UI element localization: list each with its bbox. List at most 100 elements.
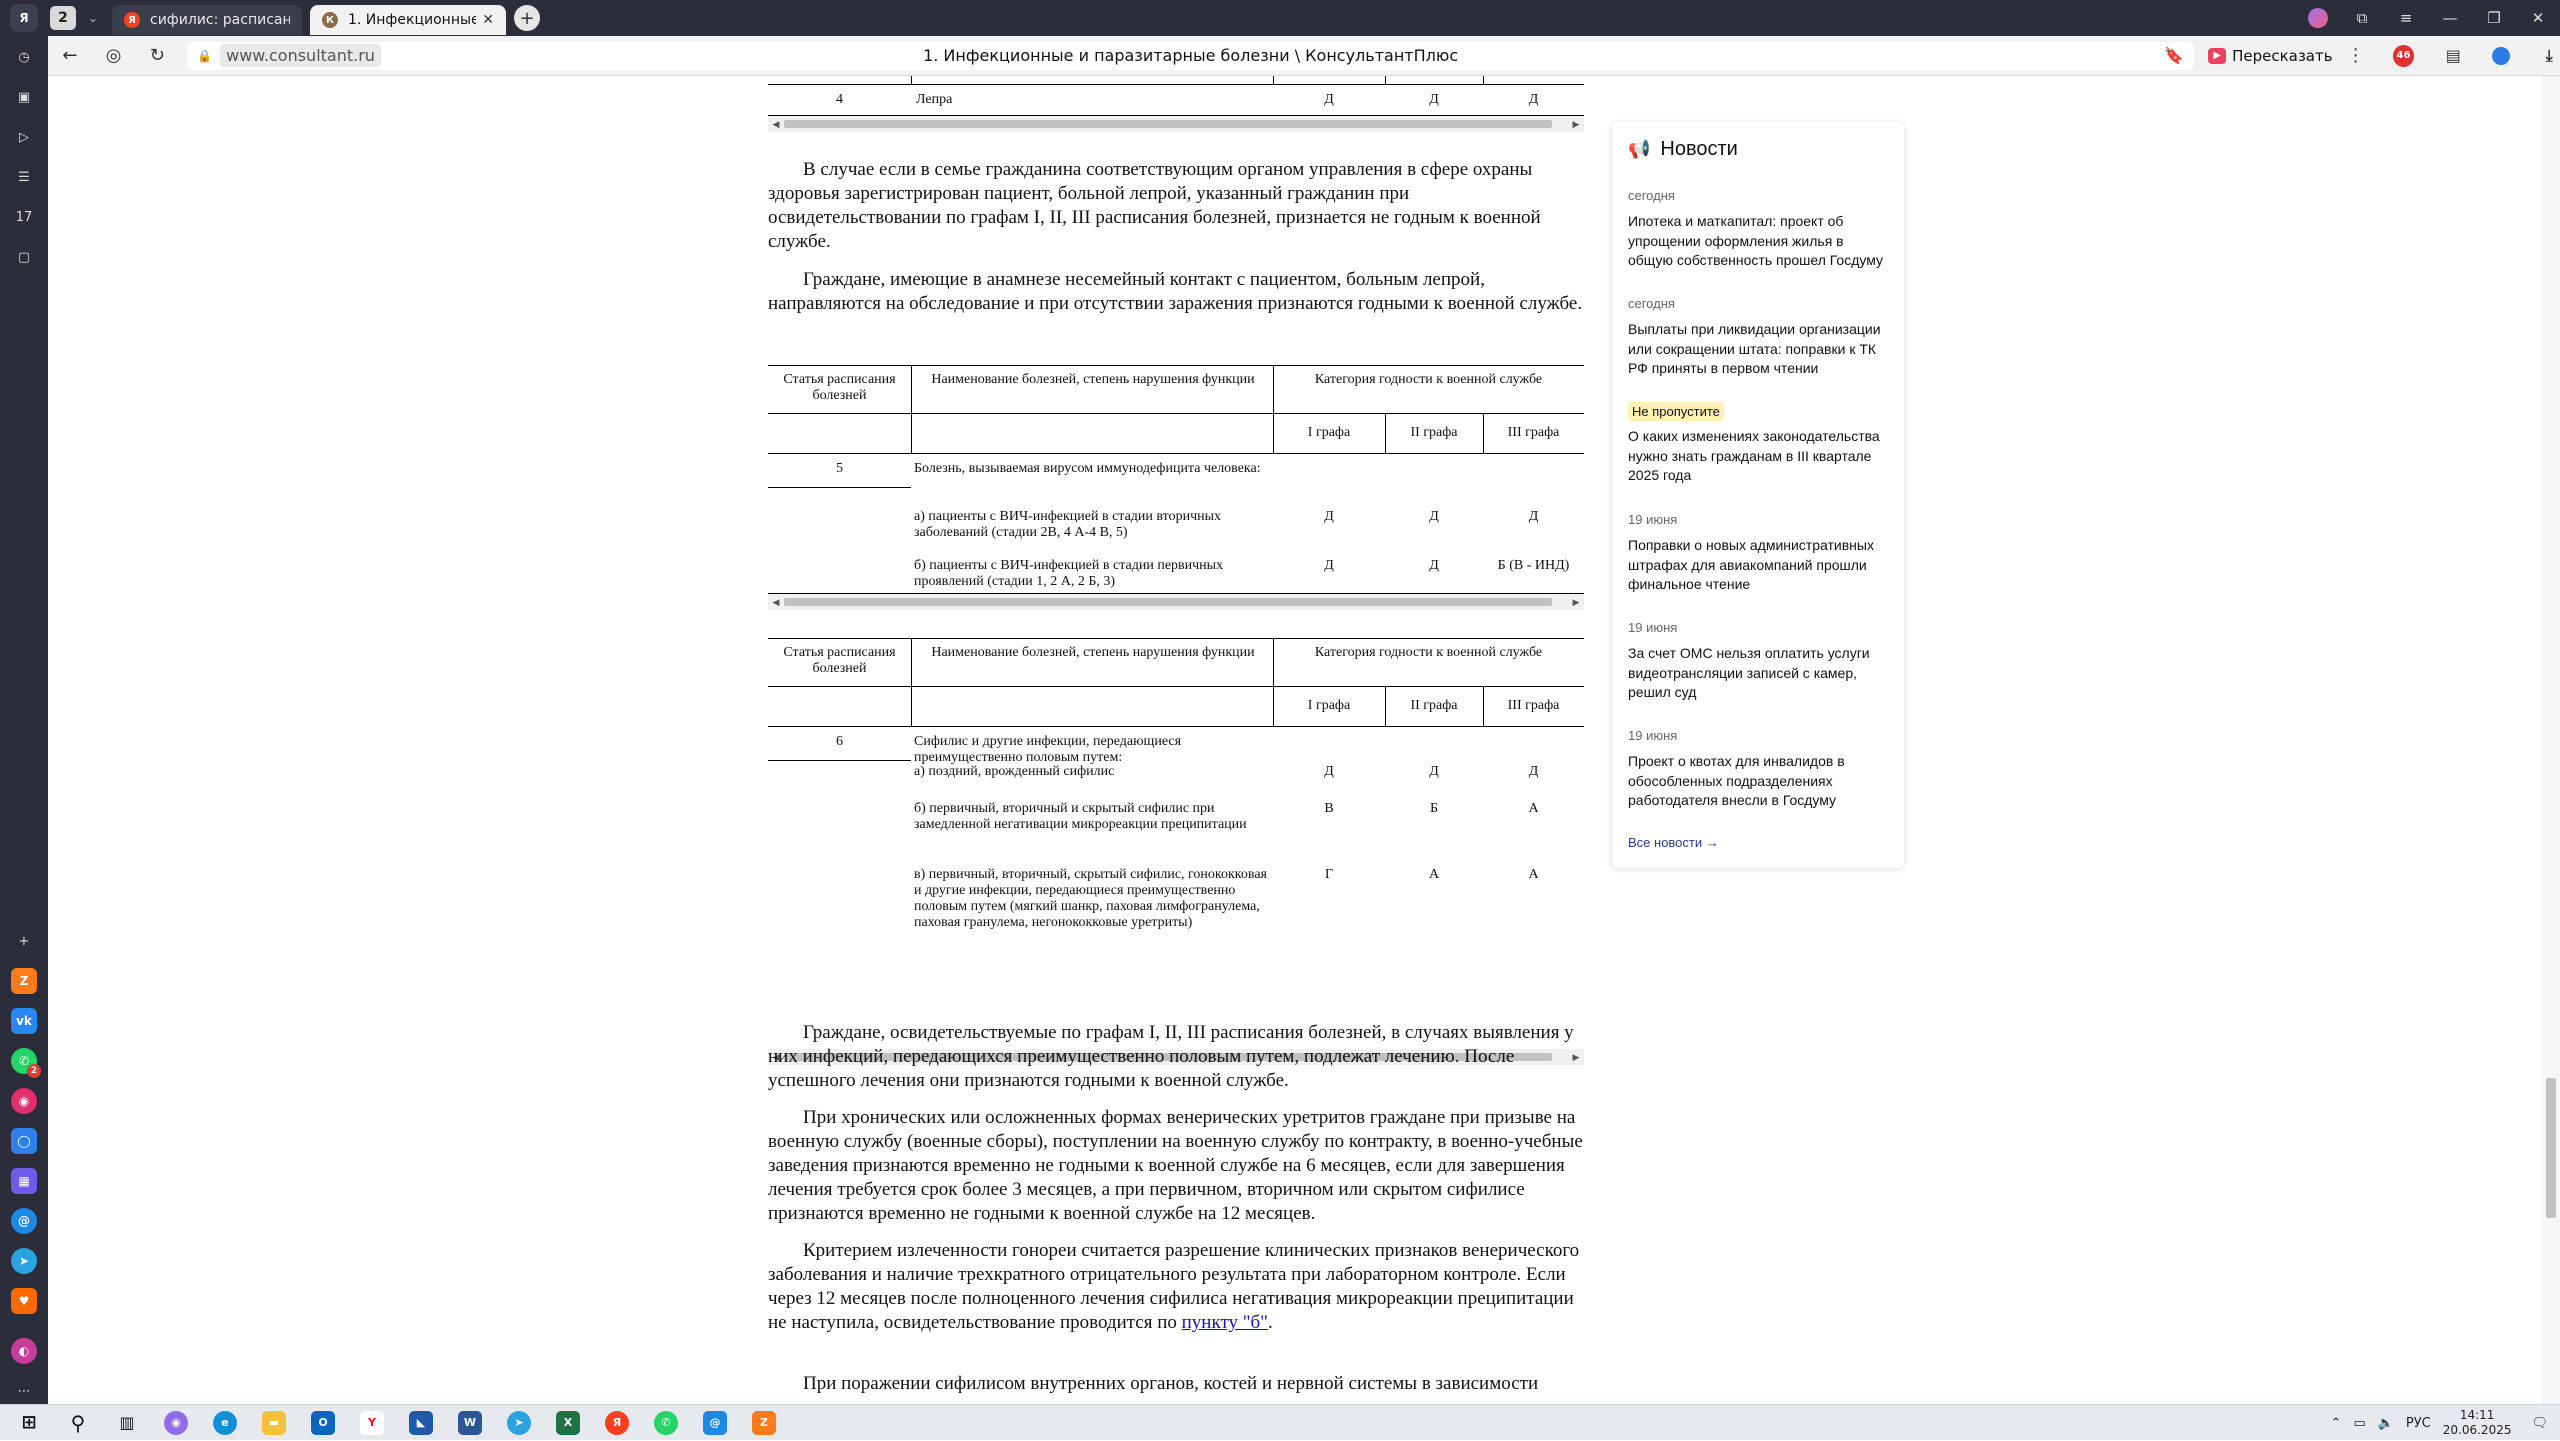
news-text[interactable]: За счет ОМС нельзя оплатить услуги видео… (1628, 644, 1892, 703)
minimize-icon[interactable]: — (2428, 9, 2472, 27)
page-scrollbar[interactable] (2542, 76, 2560, 1404)
network-icon[interactable]: ▭ (2353, 1416, 2365, 1431)
table-horizontal-scrollbar[interactable]: ◀ ▶ (768, 116, 1584, 132)
taskbar-app[interactable]: ✆ (646, 1407, 686, 1439)
category-g3: Д (1528, 92, 1539, 107)
mail-icon[interactable]: @ (11, 1208, 37, 1234)
marketplace-icon[interactable]: ♥ (11, 1288, 37, 1314)
page-scrollbar-thumb[interactable] (2546, 1078, 2556, 1218)
add-app-icon[interactable]: + (11, 928, 37, 954)
taskbar-app[interactable]: e (205, 1407, 245, 1439)
disease-group-title: Сифилис и другие инфекции, передающиеся … (914, 734, 1182, 765)
restore-icon[interactable]: ❐ (2472, 9, 2516, 27)
whatsapp-icon[interactable]: ✆ 2 (11, 1048, 41, 1078)
tab-consultant-active[interactable]: К 1. Инфекционные и па ✕ (310, 5, 506, 35)
close-tab-icon[interactable]: ✕ (482, 12, 494, 28)
arrow-right-icon: → (1705, 835, 1719, 850)
play-icon[interactable]: ▷ (11, 124, 37, 150)
table-hiv: Статья расписания болезней Наименование … (768, 365, 1584, 595)
input-language[interactable]: РУС (2406, 1416, 2431, 1431)
category-g1: В (1324, 801, 1334, 816)
news-item[interactable]: 19 июня Поправки о новых административны… (1628, 512, 1892, 595)
alice-icon[interactable]: ◐ (11, 1338, 37, 1364)
more-options-icon[interactable]: ⋮ (2347, 45, 2365, 66)
table-horizontal-scrollbar[interactable]: ◀ ▶ (768, 594, 1584, 610)
taskbar-app[interactable]: W (450, 1407, 490, 1439)
taskbar-app[interactable]: O (303, 1407, 343, 1439)
yandex-browser-icon: Y (360, 1410, 384, 1435)
news-text[interactable]: О каких изменениях законодательства нужн… (1628, 427, 1892, 486)
back-arrow-icon[interactable]: ← (48, 45, 92, 66)
url-text[interactable]: www.consultant.ru (220, 44, 381, 67)
retell-button[interactable]: ▶ Пересказать (2208, 47, 2333, 65)
profile-avatar[interactable] (2308, 8, 2328, 28)
messenger-icon[interactable]: ◉ (11, 1088, 37, 1114)
news-text[interactable]: Проект о квотах для инвалидов в обособле… (1628, 752, 1892, 811)
volume-icon[interactable]: 🔈 (2378, 1416, 2394, 1431)
header-g3: III графа (1507, 698, 1560, 713)
task-view-button[interactable]: ▥ (107, 1407, 147, 1439)
tab-search-syphilis[interactable]: Я сифилис: расписание бол (112, 5, 302, 35)
chevron-up-icon[interactable]: ⌃ (2331, 1416, 2342, 1431)
news-text[interactable]: Выплаты при ликвидации организации или с… (1628, 320, 1892, 379)
category-g1: Д (1324, 764, 1334, 779)
news-text[interactable]: Поправки о новых административных штрафа… (1628, 536, 1892, 595)
vk-icon[interactable]: vk (11, 1008, 37, 1034)
taskbar-app[interactable]: Z (744, 1407, 784, 1439)
taskbar-app[interactable]: Y (352, 1407, 392, 1439)
taskbar-app[interactable]: ▬ (254, 1407, 294, 1439)
telegram-icon[interactable]: ➤ (11, 1248, 37, 1274)
tab-counter[interactable]: 2 (50, 6, 76, 30)
news-text[interactable]: Ипотека и маткапитал: проект об упрощени… (1628, 212, 1892, 271)
disease-name: б) первичный, вторичный и скрытый сифили… (914, 801, 1247, 832)
news-item[interactable]: сегодня Выплаты при ликвидации организац… (1628, 296, 1892, 379)
protect-icon[interactable]: ◎ (92, 45, 136, 66)
notifications-icon[interactable]: 🗨 (2531, 1416, 2548, 1431)
news-date: 19 июня (1628, 620, 1678, 635)
news-item[interactable]: Не пропустите О каких изменениях законод… (1628, 402, 1892, 486)
app-ring-icon[interactable]: ◯ (11, 1128, 37, 1154)
edge-icon: e (213, 1410, 237, 1435)
collections-icon[interactable]: ▣ (11, 84, 37, 110)
category-g2: Б (1429, 801, 1439, 816)
yandex-zen-icon[interactable]: Z (11, 968, 37, 994)
taskbar-app[interactable]: ◉ (156, 1407, 196, 1439)
taskbar-app[interactable]: Я (597, 1407, 637, 1439)
link-point-b[interactable]: пункту "б" (1182, 1312, 1268, 1333)
taskbar-app[interactable]: ➤ (499, 1407, 539, 1439)
clock-date: 20.06.2025 (2442, 1423, 2512, 1437)
all-news-link[interactable]: Все новости → (1628, 835, 1719, 850)
taskbar-app[interactable]: @ (695, 1407, 735, 1439)
bookmark-icon[interactable]: 🔖 (2164, 46, 2184, 65)
collections-icon[interactable]: ⧉ (2340, 9, 2384, 27)
clock[interactable]: 14:11 20.06.2025 (2443, 1408, 2512, 1438)
menu-icon[interactable]: ≡ (2384, 9, 2428, 27)
search-button[interactable]: ⚲ (58, 1407, 98, 1439)
extension-badge-icon[interactable]: 46 (2392, 44, 2415, 67)
close-window-icon[interactable]: ✕ (2516, 9, 2560, 27)
apps-grid-icon[interactable]: ▦ (11, 1168, 37, 1194)
document-content: 4 Лепра Д Д Д ◀ ▶ В случае если в семье г… (768, 76, 1588, 1404)
chevron-down-icon[interactable]: ⌄ (82, 6, 104, 30)
header-g3: III графа (1507, 425, 1560, 440)
calendar-icon[interactable]: 17 (11, 204, 37, 230)
news-item[interactable]: сегодня Ипотека и маткапитал: проект об … (1628, 188, 1892, 271)
browser-logo-icon[interactable]: Я (10, 4, 38, 32)
read-later-icon[interactable]: ☰ (11, 164, 37, 190)
new-tab-button[interactable]: + (514, 5, 540, 31)
header-category: Категория годности к военной службе (1314, 645, 1543, 660)
news-item[interactable]: 19 июня За счет ОМС нельзя оплатить услу… (1628, 620, 1892, 703)
extension-shield-icon[interactable] (2492, 46, 2511, 65)
downloads-icon[interactable]: ⤓ (2538, 45, 2560, 67)
retell-label: Пересказать (2232, 46, 2333, 65)
taskbar-app[interactable]: ◣ (401, 1407, 441, 1439)
history-icon[interactable]: ◷ (11, 44, 37, 70)
screenshot-icon[interactable]: ▢ (11, 244, 37, 270)
url-field[interactable]: 🔒 www.consultant.ru 1. Инфекционные и па… (187, 41, 2195, 70)
collections-panel-icon[interactable]: ▤ (2442, 45, 2464, 67)
reload-icon[interactable]: ↻ (135, 45, 179, 66)
more-apps-icon[interactable]: ⋯ (11, 1378, 37, 1404)
start-button[interactable]: ⊞ (9, 1407, 49, 1439)
taskbar-app[interactable]: X (548, 1407, 588, 1439)
news-item[interactable]: 19 июня Проект о квотах для инвалидов в … (1628, 728, 1892, 811)
